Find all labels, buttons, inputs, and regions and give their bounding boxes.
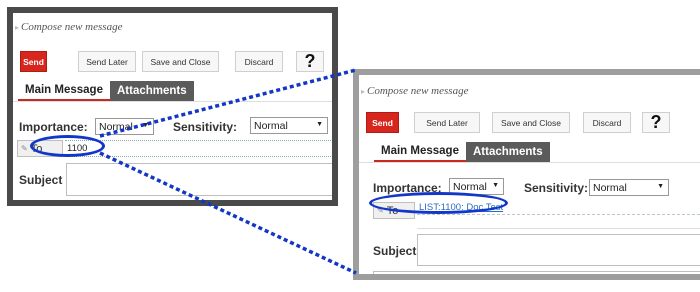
sensitivity-label: Sensitivity: xyxy=(524,181,589,195)
highlight-ellipse-after xyxy=(369,192,508,214)
sensitivity-label: Sensitivity: xyxy=(173,120,238,134)
message-body[interactable] xyxy=(17,201,337,206)
help-button[interactable]: ? xyxy=(642,112,670,133)
caret-down-icon: ▼ xyxy=(316,121,323,128)
discard-button[interactable]: Discard xyxy=(583,112,631,133)
send-button[interactable]: Send xyxy=(20,51,47,72)
pencil-icon: ✎ xyxy=(21,144,28,153)
sensitivity-select[interactable]: Normal ▼ xyxy=(250,117,328,134)
tab-bar: Main Message Attachments xyxy=(18,81,194,101)
tab-divider xyxy=(13,101,332,102)
tab-main-message[interactable]: Main Message xyxy=(374,142,466,162)
to-field-divider xyxy=(417,214,700,215)
caret-down-icon: ▼ xyxy=(657,183,664,190)
caret-down-icon: ▼ xyxy=(142,122,149,129)
save-and-close-button[interactable]: Save and Close xyxy=(142,51,219,72)
send-button[interactable]: Send xyxy=(366,112,399,133)
compose-panel-after: ▸ Compose new message Send Send Later Sav… xyxy=(353,69,700,280)
save-and-close-button[interactable]: Save and Close xyxy=(492,112,570,133)
tab-divider xyxy=(359,162,700,163)
discard-button[interactable]: Discard xyxy=(235,51,283,72)
send-later-button[interactable]: Send Later xyxy=(78,51,136,72)
subject-label: Subject xyxy=(19,173,63,187)
highlight-ellipse-before xyxy=(30,135,105,157)
tab-main-message[interactable]: Main Message xyxy=(18,81,110,101)
sensitivity-select[interactable]: Normal ▼ xyxy=(589,179,669,196)
caret-down-icon: ▼ xyxy=(492,182,499,189)
tab-attachments[interactable]: Attachments xyxy=(465,142,550,162)
to-field-bottom xyxy=(417,228,700,229)
subject-input[interactable] xyxy=(66,163,332,196)
message-body[interactable] xyxy=(373,271,700,274)
to-field[interactable]: 1100 xyxy=(65,140,332,157)
compose-panel-before: ▸ Compose new message Send Send Later Sav… xyxy=(7,7,338,206)
compose-title: ▸ Compose new message xyxy=(361,85,469,97)
subject-label: Subject xyxy=(373,244,417,258)
compose-title: ▸ Compose new message xyxy=(15,21,123,33)
send-later-button[interactable]: Send Later xyxy=(414,112,480,133)
arrow-icon: ▸ xyxy=(15,23,20,32)
importance-label: Importance: xyxy=(19,120,88,134)
subject-input[interactable] xyxy=(417,234,700,266)
tab-attachments[interactable]: Attachments xyxy=(109,81,194,101)
importance-select[interactable]: Normal ▼ xyxy=(95,118,154,135)
help-button[interactable]: ? xyxy=(296,51,324,72)
tab-bar: Main Message Attachments xyxy=(374,142,550,162)
arrow-icon: ▸ xyxy=(361,87,366,96)
